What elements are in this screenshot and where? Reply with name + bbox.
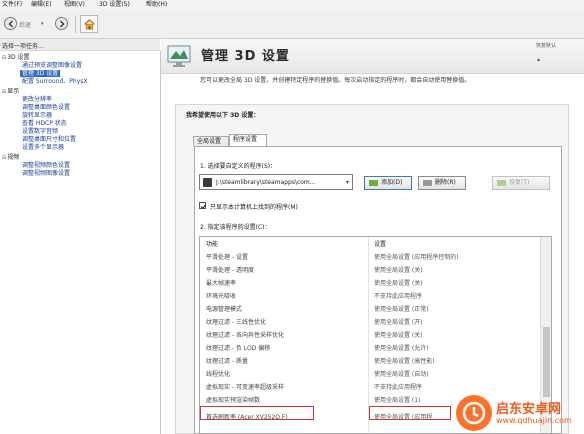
menu-view[interactable]: 视图(V) xyxy=(64,1,85,8)
forward-button[interactable] xyxy=(55,17,68,30)
remove-program-button[interactable]: 删除(R) xyxy=(418,176,466,190)
highlight-box-feature xyxy=(200,406,314,420)
program-select[interactable]: J:\steamlibrary\steamapps\com... ▾ xyxy=(199,174,353,190)
tree-category-display[interactable]: ⊟显示 xyxy=(2,88,19,96)
tree-item-desktop-size[interactable]: 调整桌面尺寸和位置 xyxy=(22,136,76,143)
menu-edit[interactable]: 编辑(E) xyxy=(31,1,51,8)
restore-program-button[interactable]: 恢复(T) xyxy=(492,176,550,190)
program-icon xyxy=(203,178,212,187)
chevron-down-icon[interactable]: ▾ xyxy=(41,21,44,27)
add-program-button[interactable]: 添加(D) xyxy=(364,176,412,190)
chevron-down-icon[interactable]: ▾ xyxy=(346,179,349,186)
tree-item-manage-3d[interactable]: 管理 3D 设置 xyxy=(20,70,61,77)
table-scrollbar-thumb[interactable] xyxy=(543,327,550,397)
toolbar: 后退 ▾ xyxy=(0,10,584,39)
tree-category-3d[interactable]: ⊟3D 设置 xyxy=(2,54,30,62)
back-button[interactable] xyxy=(4,17,17,30)
home-button[interactable] xyxy=(80,15,98,33)
watermark-logo-icon xyxy=(456,395,492,431)
add-icon xyxy=(369,179,378,186)
table-row[interactable]: 纹理过滤 - 负 LOD 偏移 使用全局设置 (允许) xyxy=(200,341,540,353)
highlight-box-setting xyxy=(369,406,451,420)
table-row[interactable]: 环境光吸收 不支持此应用程序 xyxy=(200,289,540,301)
page-description: 您可以更改全局 3D 设置，并创建特定程序的替换值。每次启动指定的程序时，都会自… xyxy=(200,77,471,84)
table-row[interactable]: 纹理过滤 - 三线性优化 使用全局设置 (开) xyxy=(200,315,540,327)
tree-item-video-color[interactable]: 调整视频颜色设置 xyxy=(22,162,70,169)
show-local-programs-label[interactable]: 只显示本计算机上找到的程序(M) xyxy=(210,202,298,211)
toolbar-divider xyxy=(75,16,76,33)
tree-item-video-image[interactable]: 调整视频图像设置 xyxy=(22,170,70,177)
collapse-icon[interactable]: ⊟ xyxy=(2,89,6,96)
arrow-left-icon xyxy=(8,20,13,28)
page-title: 管理 3D 设置 xyxy=(201,49,290,64)
tree-item-surround-physx[interactable]: 配置 Surround、PhysX xyxy=(22,78,88,85)
task-panel-title: 选择一项任务... xyxy=(2,43,44,50)
table-row[interactable]: 最大帧速率 使用全局设置 (关) xyxy=(200,276,540,288)
task-tree: ⊟3D 设置 通过预览调整图像设置 管理 3D 设置 配置 Surround、P… xyxy=(0,51,161,434)
table-row[interactable]: 平滑处理 - 透明度 使用全局设置 (关) xyxy=(200,263,540,275)
table-header: 功能 设置 xyxy=(200,237,540,249)
collapse-icon[interactable]: ⊟ xyxy=(2,155,6,162)
table-row[interactable]: 纹理过滤 - 各向异性采样优化 使用全局设置 (关) xyxy=(200,328,540,340)
3d-settings-icon xyxy=(167,45,191,67)
page-banner: 管理 3D 设置 恢复默认 ▴ xyxy=(161,39,584,74)
restore-defaults-link[interactable]: 恢复默认 xyxy=(536,42,556,49)
watermark: 启东安卓网 www.qdhuajin.com xyxy=(446,392,584,434)
step-2-label: 2. 指定该程序的设置(C)： xyxy=(200,224,271,231)
home-icon xyxy=(84,19,95,30)
task-panel-header: 选择一项任务... xyxy=(0,39,160,51)
tree-category-video[interactable]: ⊟视频 xyxy=(2,154,19,162)
watermark-text: 启东安卓网 xyxy=(496,402,562,417)
show-local-programs-checkbox[interactable] xyxy=(199,202,207,210)
tree-item-preview-image[interactable]: 通过预览调整图像设置 xyxy=(22,62,82,69)
tree-item-rotate-display[interactable]: 旋转显示器 xyxy=(22,112,52,119)
collapse-icon[interactable]: ⊟ xyxy=(2,55,6,62)
remove-icon xyxy=(423,179,432,186)
menu-file[interactable]: 文件(F) xyxy=(2,1,22,8)
table-row[interactable]: 线程优化 使用全局设置 (自动) xyxy=(200,367,540,379)
table-row[interactable]: 虚拟现实 - 可变速率超级采样 不支持此应用程序 xyxy=(200,380,540,392)
arrow-right-icon xyxy=(60,20,65,28)
back-label: 后退 xyxy=(19,22,32,29)
watermark-url: www.qdhuajin.com xyxy=(496,416,572,425)
chevron-up-icon[interactable]: ▴ xyxy=(537,56,540,63)
settings-panel-title: 我希望使用以下 3D 设置： xyxy=(186,112,260,119)
tab-global-settings[interactable]: 全局设置 xyxy=(193,136,229,146)
tree-item-desktop-color[interactable]: 调整桌面颜色设置 xyxy=(22,104,70,111)
table-row[interactable]: 纹理过滤 - 质量 使用全局设置 (高性能) xyxy=(200,354,540,366)
tree-item-resolution[interactable]: 更改分辨率 xyxy=(22,96,52,103)
tree-item-digital-audio[interactable]: 设置数字音频 xyxy=(22,128,58,135)
column-header-feature[interactable]: 功能 xyxy=(206,239,218,248)
restore-icon xyxy=(497,179,506,186)
tree-item-multiple-displays[interactable]: 设置多个显示器 xyxy=(22,144,64,151)
table-row[interactable]: 平滑处理 - 设置 使用全局设置 (应用程序控制的) xyxy=(200,250,540,262)
menu-3d-settings[interactable]: 3D 设置(S) xyxy=(99,1,130,8)
column-header-setting[interactable]: 设置 xyxy=(374,239,386,248)
checkmark-icon xyxy=(200,204,207,210)
step-1-label: 1. 选择要自定义的程序(S)： xyxy=(200,163,277,170)
tab-program-settings[interactable]: 程序设置 xyxy=(229,134,267,146)
menu-help[interactable]: 帮助(H) xyxy=(146,1,167,8)
tree-item-hdcp-status[interactable]: 查看 HDCP 状态 xyxy=(22,120,67,127)
program-select-value: J:\steamlibrary\steamapps\com... xyxy=(216,179,316,186)
table-row[interactable]: 电源管理模式 使用全局设置 (正常) xyxy=(200,302,540,314)
